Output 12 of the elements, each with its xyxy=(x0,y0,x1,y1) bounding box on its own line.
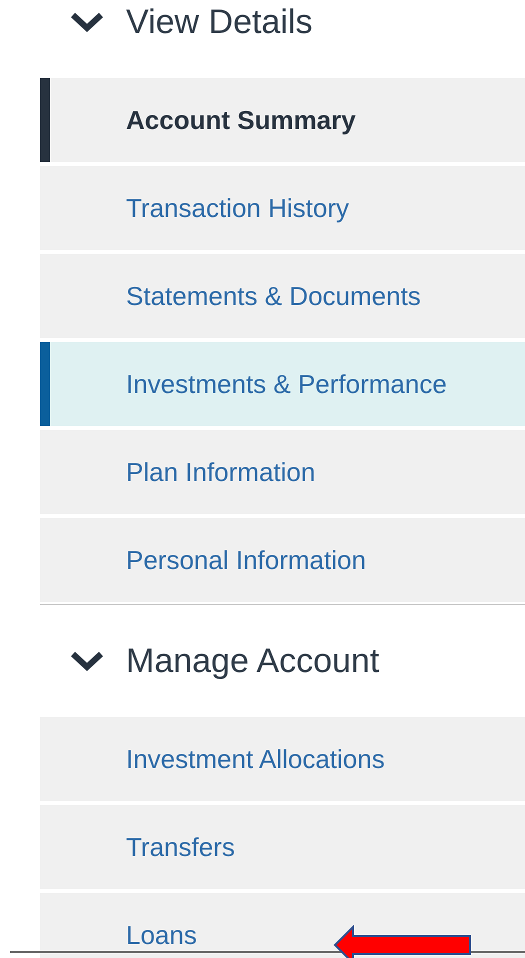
section-title[interactable]: Manage Account xyxy=(126,642,380,680)
section-title[interactable]: View Details xyxy=(126,2,312,42)
nav-item[interactable]: Investment Allocations xyxy=(40,717,525,801)
nav-item[interactable]: Plan Information xyxy=(40,430,525,514)
chevron-down-icon[interactable] xyxy=(70,11,104,33)
chevron-down-icon[interactable] xyxy=(70,650,104,672)
nav-item[interactable]: Personal Information xyxy=(40,518,525,602)
nav-item[interactable]: Statements & Documents xyxy=(40,254,525,338)
nav-item[interactable]: Account Summary xyxy=(40,78,525,162)
nav-item[interactable]: Transfers xyxy=(40,805,525,889)
nav-item[interactable]: Investments & Performance xyxy=(40,342,525,426)
nav-item[interactable]: Transaction History xyxy=(40,166,525,250)
